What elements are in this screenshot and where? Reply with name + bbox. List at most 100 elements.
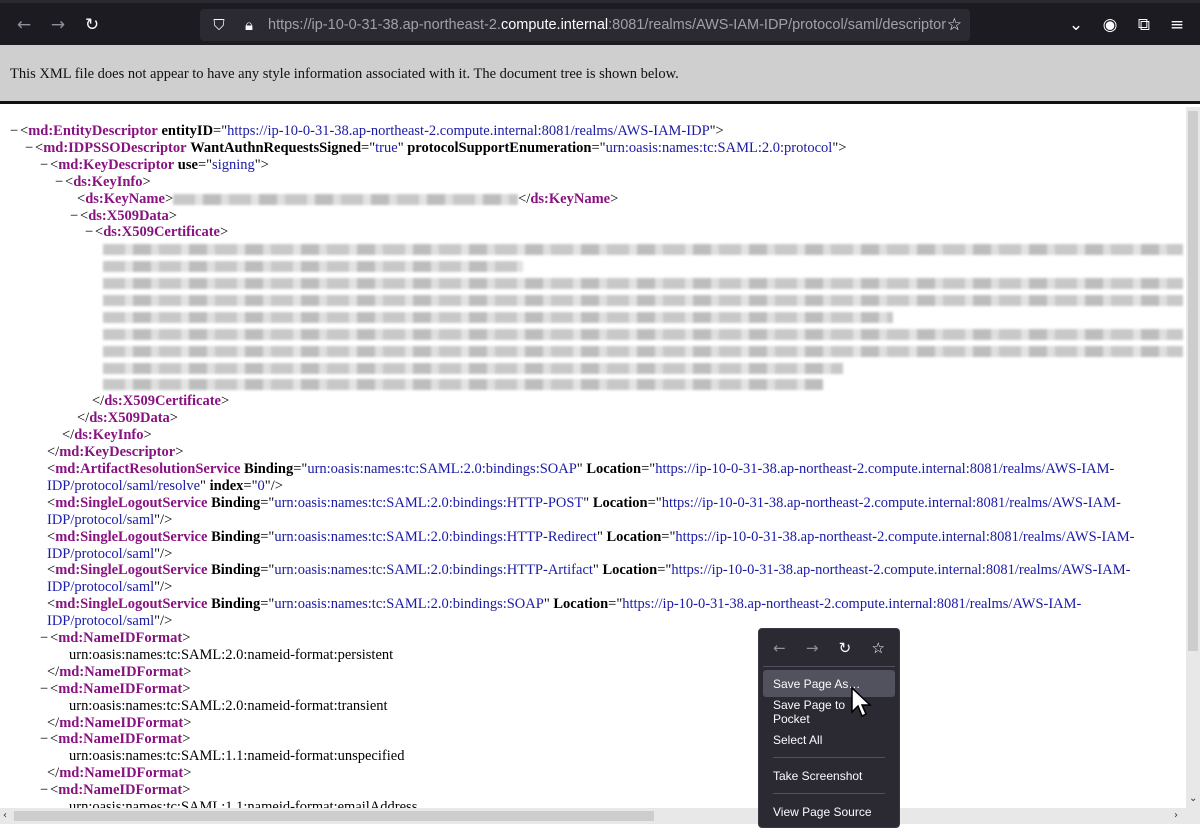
xml-text-node: urn:oasis:names:tc:SAML:2.0:nameid-forma…: [0, 698, 1186, 715]
xml-tag-name: md:NameIDFormat: [59, 714, 184, 731]
xml-attr-name: Binding: [211, 528, 261, 545]
back-icon[interactable]: ←: [10, 11, 38, 39]
reload-icon[interactable]: ↻: [839, 639, 852, 657]
xml-punct: >: [182, 630, 191, 647]
xml-attr-name: WantAuthnRequestsSigned: [190, 139, 362, 156]
collapse-toggle[interactable]: −: [40, 731, 48, 748]
xml-document-tree: − <md:EntityDescriptor entityID="https://…: [0, 107, 1186, 808]
account-icon[interactable]: ◉: [1096, 11, 1124, 39]
pocket-icon[interactable]: ⌄: [1062, 11, 1090, 39]
menu-item-take-screenshot[interactable]: Take Screenshot: [763, 762, 895, 789]
xml-punct: "/>: [154, 613, 173, 630]
menu-icon[interactable]: ≡: [1163, 11, 1191, 39]
forward-icon[interactable]: →: [806, 639, 819, 657]
xml-element-line: <ds:KeyName> </ds:KeyName>: [0, 191, 1186, 208]
scroll-left-icon[interactable]: ‹: [3, 810, 7, 821]
xml-attr-name: Binding: [244, 460, 294, 477]
collapse-toggle[interactable]: −: [40, 630, 48, 647]
collapse-toggle[interactable]: −: [40, 681, 48, 698]
xml-element-line: </ds:X509Data>: [0, 410, 1186, 427]
xml-element-line: <md:SingleLogoutService Binding="urn:oas…: [0, 529, 1186, 563]
xml-element-line: </ds:KeyInfo>: [0, 427, 1186, 444]
collapse-toggle[interactable]: −: [70, 208, 78, 225]
xml-attr-value: true: [375, 139, 398, 156]
xml-punct: </: [47, 714, 60, 731]
xml-tag-name: ds:X509Certificate: [103, 224, 220, 241]
xml-tag-name: md:NameIDFormat: [59, 765, 184, 782]
xml-punct: </: [62, 427, 75, 444]
xml-tag-name: ds:KeyInfo: [74, 427, 144, 444]
xml-attr-name: use: [177, 156, 198, 173]
menu-item-save-page-to-pocket[interactable]: Save Page to Pocket: [763, 698, 895, 726]
xml-tag-name: md:ArtifactResolutionService: [55, 460, 241, 477]
xml-punct: >: [183, 765, 192, 782]
xml-element-line: − <md:NameIDFormat>: [0, 681, 1186, 698]
collapse-toggle[interactable]: −: [85, 224, 93, 241]
vertical-scrollbar[interactable]: ⌄: [1186, 107, 1200, 808]
xml-punct: <: [65, 173, 74, 190]
xml-punct: =": [260, 596, 275, 613]
xml-tag-name: md:KeyDescriptor: [58, 156, 175, 173]
xml-tag-name: md:NameIDFormat: [58, 630, 183, 647]
xml-element-line: − <md:NameIDFormat>: [0, 731, 1186, 748]
xml-tag-name: md:NameIDFormat: [58, 731, 183, 748]
shield-icon[interactable]: ⛉: [208, 16, 230, 34]
xml-punct: <: [20, 123, 29, 139]
bookmark-star-icon[interactable]: ☆: [947, 15, 962, 35]
xml-element-line: − <md:IDPSSODescriptor WantAuthnRequestsS…: [0, 140, 1186, 157]
menu-item-view-page-source[interactable]: View Page Source: [763, 798, 895, 825]
menu-item-save-page-as[interactable]: Save Page As…: [763, 670, 895, 697]
xml-attr-name: Location: [602, 562, 658, 579]
scrollbar-thumb[interactable]: [14, 811, 654, 821]
xml-attr-name: Location: [586, 460, 642, 477]
xml-attr-value: https://ip-10-0-31-38.ap-northeast-2.com…: [227, 123, 710, 139]
xml-punct: >: [182, 680, 191, 697]
menu-item-select-all[interactable]: Select All: [763, 726, 895, 753]
redacted-blur: [103, 328, 1183, 340]
collapse-toggle[interactable]: −: [10, 123, 18, 140]
xml-punct: ": [583, 494, 593, 511]
xml-punct: =": [243, 477, 258, 494]
forward-icon[interactable]: →: [44, 11, 72, 39]
address-bar[interactable]: ⛉ 🔒︎ https://ip-10-0-31-38.ap-northeast-…: [200, 9, 970, 41]
xml-element-line: − <md:NameIDFormat>: [0, 630, 1186, 647]
url-text[interactable]: https://ip-10-0-31-38.ap-northeast-2.com…: [268, 17, 946, 33]
redacted-blur: [103, 345, 1183, 357]
bookmark-star-icon[interactable]: ☆: [871, 639, 884, 657]
redacted-blur: [103, 362, 843, 374]
lock-icon[interactable]: 🔒︎: [238, 16, 260, 34]
collapse-toggle[interactable]: −: [55, 174, 63, 191]
xml-attr-value: urn:oasis:names:tc:SAML:2.0:protocol: [605, 139, 833, 156]
collapse-toggle[interactable]: −: [25, 140, 33, 157]
horizontal-scrollbar[interactable]: ‹ ›: [0, 808, 1200, 824]
scrollbar-thumb[interactable]: [1188, 111, 1198, 651]
xml-punct: ": [397, 139, 408, 156]
xml-tag-name: md:EntityDescriptor: [28, 123, 158, 139]
certificate-redacted-line: [0, 360, 1186, 377]
xml-element-line: </md:NameIDFormat>: [0, 664, 1186, 681]
extensions-icon[interactable]: ⧉: [1130, 11, 1158, 39]
xml-punct: =": [647, 494, 662, 511]
xml-attr-value: signing: [212, 156, 255, 173]
xml-punct: =": [661, 528, 676, 545]
xml-punct: ": [200, 477, 210, 494]
xml-element-line: − <md:KeyDescriptor use="signing">: [0, 157, 1186, 174]
xml-punct: >: [182, 782, 191, 799]
certificate-redacted-line: [0, 258, 1186, 275]
collapse-toggle[interactable]: −: [40, 782, 48, 799]
xml-punct: </: [518, 190, 531, 207]
collapse-toggle[interactable]: −: [40, 157, 48, 174]
menu-separator: [773, 757, 885, 758]
xml-punct: >: [220, 393, 230, 410]
scroll-down-icon[interactable]: ⌄: [1189, 793, 1197, 804]
xml-punct: >: [183, 714, 192, 731]
back-icon[interactable]: ←: [773, 639, 786, 657]
xml-punct: <: [50, 782, 59, 799]
xml-punct: =": [293, 460, 308, 477]
scroll-right-icon[interactable]: ›: [1174, 810, 1178, 821]
xml-attr-value: urn:oasis:names:tc:SAML:2.0:bindings:HTT…: [274, 528, 597, 545]
xml-tag-name: md:SingleLogoutService: [55, 528, 208, 545]
certificate-redacted-line: [0, 326, 1186, 343]
xml-element-line: <md:SingleLogoutService Binding="urn:oas…: [0, 562, 1186, 596]
reload-icon[interactable]: ↻: [78, 11, 106, 39]
